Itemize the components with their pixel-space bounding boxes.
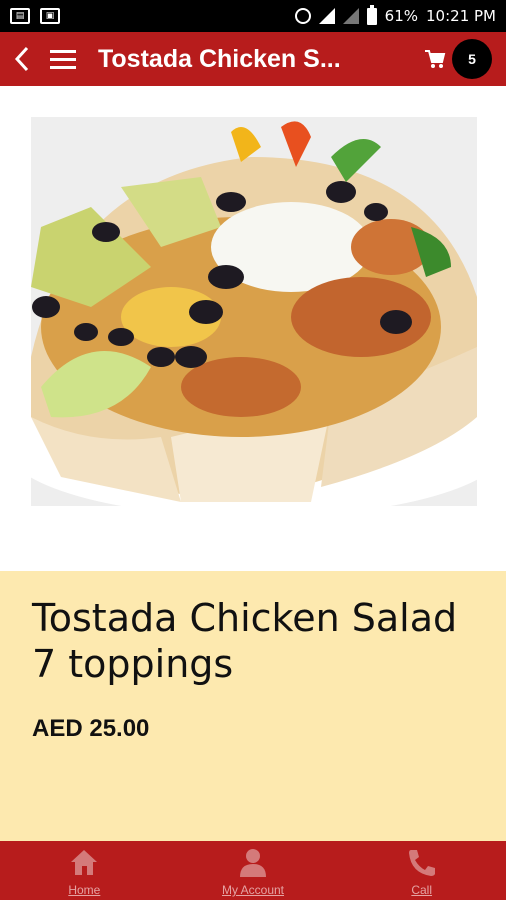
product-image <box>31 117 477 506</box>
alarm-icon <box>294 8 311 24</box>
nav-call[interactable]: Call <box>337 841 506 900</box>
hamburger-line <box>50 65 76 69</box>
cart-button[interactable]: 5 <box>416 32 506 86</box>
product-name: Tostada Chicken Salad 7 toppings <box>32 596 458 686</box>
nav-home-label: Home <box>68 883 101 897</box>
account-icon <box>240 849 266 877</box>
battery-icon <box>366 4 377 25</box>
sim-icon: ▤ <box>10 8 30 24</box>
status-left-icons: ▤ ▣ <box>10 8 60 24</box>
bottom-navigation: Home My Account Call <box>0 841 506 900</box>
product-price: AED 25.00 <box>32 715 150 742</box>
back-button[interactable] <box>0 32 44 86</box>
phone-icon <box>408 850 435 876</box>
nav-call-label: Call <box>411 883 433 897</box>
product-info-panel: Tostada Chicken Salad 7 toppings AED 25.… <box>0 571 506 841</box>
status-bar: ▤ ▣ 61% 10:21 PM <box>0 0 506 32</box>
page-title: Tostada Chicken S... <box>98 44 341 73</box>
app-bar: Tostada Chicken S... 5 <box>0 32 506 86</box>
chevron-left-icon <box>14 46 29 72</box>
no-signal-icon <box>342 8 359 24</box>
nav-home[interactable]: Home <box>0 841 169 900</box>
salad-photo-illustration <box>31 117 477 506</box>
hamburger-line <box>50 57 76 61</box>
clock: 10:21 PM <box>426 7 496 25</box>
status-right: 61% 10:21 PM <box>294 4 496 25</box>
battery-percent: 61% <box>384 7 419 25</box>
hamburger-line <box>50 49 76 53</box>
nav-account-label: My Account <box>221 883 285 897</box>
cart-icon <box>425 50 446 68</box>
signal-icon <box>318 8 335 24</box>
cart-count-badge: 5 <box>452 39 492 79</box>
menu-button[interactable] <box>44 32 84 86</box>
image-icon: ▣ <box>40 8 60 24</box>
nav-my-account[interactable]: My Account <box>169 841 338 900</box>
home-icon <box>71 850 98 875</box>
